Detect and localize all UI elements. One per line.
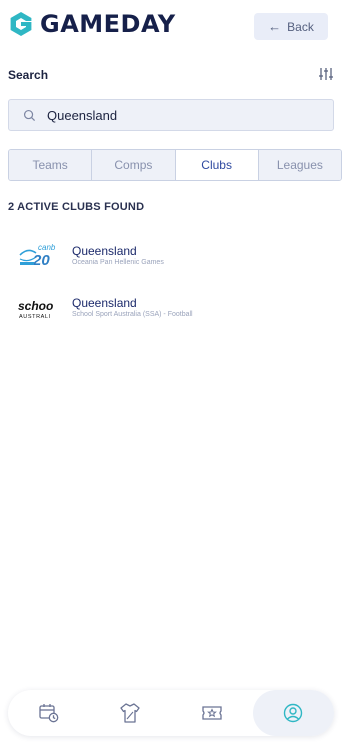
club-subtitle: School Sport Australia (SSA) - Football bbox=[72, 310, 193, 318]
back-label: Back bbox=[287, 19, 314, 34]
back-button[interactable]: ← Back bbox=[254, 13, 328, 40]
bottom-navigation bbox=[8, 690, 334, 736]
search-header: Search bbox=[8, 66, 334, 84]
nav-profile[interactable] bbox=[252, 690, 334, 736]
tab-clubs[interactable]: Clubs bbox=[175, 150, 259, 180]
filter-sliders-icon[interactable] bbox=[318, 66, 334, 82]
svg-text:AUSTRALI: AUSTRALI bbox=[19, 314, 51, 320]
club-name: Queensland bbox=[72, 243, 137, 258]
search-title: Search bbox=[8, 68, 49, 82]
canberra-2019-logo-icon: canb 20 bbox=[19, 243, 56, 269]
club-logo: schoo AUSTRALI bbox=[16, 290, 66, 326]
brand-name: GAMEDAY bbox=[40, 10, 176, 38]
nav-schedule[interactable] bbox=[8, 690, 90, 736]
jersey-icon bbox=[120, 703, 140, 723]
gameday-g-icon bbox=[10, 12, 32, 36]
club-logo: canb 20 bbox=[16, 238, 66, 274]
tab-comps[interactable]: Comps bbox=[92, 150, 176, 180]
search-tabs: Teams Comps Clubs Leagues bbox=[8, 149, 342, 181]
user-icon bbox=[284, 703, 303, 723]
list-item[interactable]: canb 20 Queensland Oceania Pan Hellenic … bbox=[8, 236, 334, 276]
nav-tickets[interactable] bbox=[171, 690, 253, 736]
search-icon bbox=[23, 109, 36, 121]
svg-text:canb: canb bbox=[38, 243, 56, 252]
gameday-logo: GAMEDAY bbox=[8, 10, 176, 38]
club-subtitle: Oceania Pan Hellenic Games bbox=[72, 258, 164, 266]
school-sport-australia-logo-icon: schoo AUSTRALI bbox=[18, 299, 53, 320]
svg-text:20: 20 bbox=[32, 252, 50, 269]
result-count: 2 ACTIVE CLUBS FOUND bbox=[8, 201, 145, 213]
ticket-star-icon bbox=[202, 706, 222, 720]
search-input[interactable] bbox=[47, 107, 307, 123]
svg-text:schoo: schoo bbox=[18, 299, 53, 313]
list-item[interactable]: schoo AUSTRALI Queensland School Sport A… bbox=[8, 288, 334, 328]
arrow-left-icon: ← bbox=[268, 19, 282, 34]
calendar-clock-icon bbox=[39, 704, 59, 723]
app-header: GAMEDAY ← Back bbox=[0, 0, 342, 52]
club-name: Queensland bbox=[72, 295, 137, 310]
search-field[interactable] bbox=[8, 99, 334, 131]
tab-leagues[interactable]: Leagues bbox=[258, 150, 341, 180]
nav-teams[interactable] bbox=[90, 690, 172, 736]
tab-teams[interactable]: Teams bbox=[9, 150, 93, 180]
